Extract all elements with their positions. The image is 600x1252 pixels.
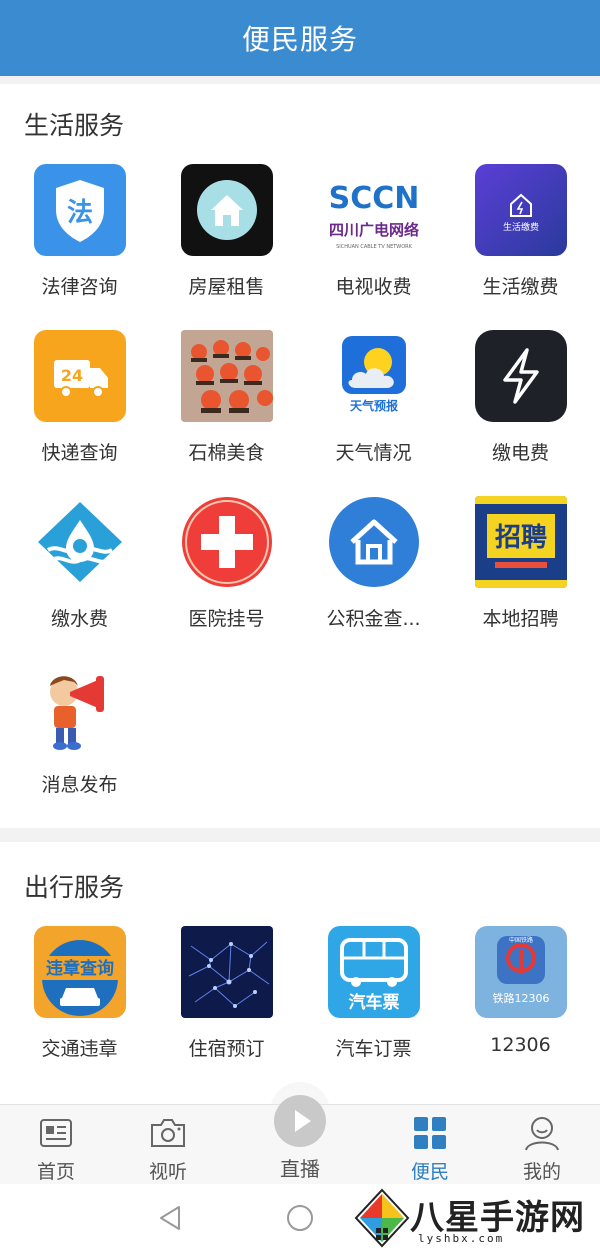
service-label: 缴水费 [50, 608, 108, 630]
tab-label: 直播 [280, 1157, 320, 1181]
delivery-truck-icon: 24 [33, 330, 126, 422]
travel-services-section: 出行服务 违章查询 交通违章 住宿预订 汽车票 汽车订票 中国铁路 铁路1230… [0, 842, 600, 1104]
service-label: 12306 [490, 1034, 551, 1056]
tab-label: 首页 [36, 1161, 75, 1183]
service-label: 缴电费 [491, 442, 549, 464]
section-title: 生活服务 [24, 111, 125, 140]
service-label: 快递查询 [41, 442, 118, 464]
tab-label: 便民 [410, 1161, 449, 1183]
service-express-tracking[interactable]: 24 快递查询 [6, 330, 153, 496]
lightning-icon [474, 330, 567, 422]
svg-text:法: 法 [66, 198, 92, 228]
service-legal-consult[interactable]: 法 法律咨询 [6, 164, 153, 330]
tab-label: 视听 [148, 1161, 187, 1183]
grid-icon [410, 1113, 450, 1153]
service-label: 房屋租售 [188, 276, 265, 298]
service-local-recruitment[interactable]: 招聘 本地招聘 [447, 496, 594, 662]
tab-profile[interactable]: 我的 [482, 1105, 600, 1185]
delivery-24-text: 24 [60, 366, 82, 385]
traffic-violation-icon: 违章查询 [33, 926, 126, 1018]
service-water-fee[interactable]: 缴水费 [6, 496, 153, 662]
life-services-grid: 法 法律咨询 房屋租售 SCCN 四川广电网络 SICHUAN CABLE TV… [0, 164, 600, 828]
watermark-logo-icon [354, 1188, 410, 1248]
service-tv-fee[interactable]: SCCN 四川广电网络 SICHUAN CABLE TV NETWORK 电视收… [300, 164, 447, 330]
law-shield-icon: 法 [33, 164, 126, 256]
utility-icon-text: 生活缴费 [502, 221, 538, 233]
watermark: 八星手游网 lyshbx.com [352, 1184, 600, 1252]
service-label: 消息发布 [41, 774, 118, 796]
weather-icon-text: 天气预报 [349, 398, 397, 413]
app-header: 便民服务 [0, 0, 600, 76]
service-label: 石棉美食 [188, 442, 265, 464]
hotel-network-icon [180, 926, 273, 1018]
watermark-url: lyshbx.com [418, 1232, 505, 1245]
megaphone-kid-icon [33, 662, 126, 754]
play-icon [274, 1095, 326, 1147]
tab-label: 我的 [522, 1161, 561, 1183]
section-title: 出行服务 [24, 873, 125, 902]
service-label: 医院挂号 [188, 608, 265, 630]
sccn-logo-english: SICHUAN CABLE TV NETWORK [336, 244, 413, 250]
violation-icon-text: 违章查询 [46, 958, 114, 979]
service-label: 电视收费 [335, 276, 412, 298]
home-fund-icon [327, 496, 420, 588]
service-electricity-fee[interactable]: 缴电费 [447, 330, 594, 496]
sccn-tv-logo-icon: SCCN 四川广电网络 SICHUAN CABLE TV NETWORK [327, 164, 420, 256]
water-drop-icon [33, 496, 126, 588]
service-hotel-booking[interactable]: 住宿预订 [153, 926, 300, 1092]
service-message-publish[interactable]: 消息发布 [6, 662, 153, 828]
recruitment-icon-text: 招聘 [494, 523, 546, 553]
back-triangle-icon [160, 1206, 180, 1230]
service-housing-fund[interactable]: 公积金查... [300, 496, 447, 662]
service-local-food[interactable]: 石棉美食 [153, 330, 300, 496]
service-label: 汽车订票 [335, 1038, 412, 1060]
home-button[interactable] [280, 1200, 320, 1236]
recruitment-icon: 招聘 [474, 496, 567, 588]
weather-forecast-icon: 天气预报 [327, 330, 420, 422]
railway-12306-icon: 中国铁路 铁路12306 [474, 926, 567, 1018]
tab-home[interactable]: 首页 [0, 1105, 116, 1185]
service-label: 法律咨询 [41, 276, 118, 298]
service-label: 交通违章 [41, 1038, 118, 1060]
sccn-logo-text: SCCN [328, 181, 419, 216]
travel-services-grid: 违章查询 交通违章 住宿预订 汽车票 汽车订票 中国铁路 铁路12306 123… [0, 926, 600, 1092]
service-house-rental[interactable]: 房屋租售 [153, 164, 300, 330]
bus-ticket-icon-text: 汽车票 [348, 992, 399, 1013]
utility-payment-icon: 生活缴费 [474, 164, 567, 256]
service-railway-12306[interactable]: 中国铁路 铁路12306 12306 [447, 926, 594, 1092]
back-button[interactable] [150, 1200, 190, 1236]
service-utility-payment[interactable]: 生活缴费 生活缴费 [447, 164, 594, 330]
service-label: 生活缴费 [482, 276, 559, 298]
service-label: 天气情况 [335, 442, 412, 464]
tab-convenience[interactable]: 便民 [370, 1105, 490, 1185]
railway-icon-subtext: 中国铁路 [508, 936, 532, 944]
house-icon [180, 164, 273, 256]
tab-live[interactable]: 直播 [240, 1087, 360, 1181]
service-weather[interactable]: 天气预报 天气情况 [300, 330, 447, 496]
home-circle-icon [287, 1205, 313, 1231]
life-services-section: 生活服务 法 法律咨询 房屋租售 SCCN 四川广电网络 SICHUAN CAB… [0, 84, 600, 828]
profile-icon [522, 1113, 562, 1153]
railway-icon-text: 铁路12306 [492, 992, 549, 1005]
service-label: 本地招聘 [482, 608, 559, 630]
service-hospital-registration[interactable]: 医院挂号 [153, 496, 300, 662]
sccn-logo-subtitle: 四川广电网络 [328, 221, 418, 239]
bottom-nav: 首页 视听 直播 便民 我的 [0, 1095, 600, 1185]
medical-cross-icon [180, 496, 273, 588]
camera-icon [148, 1113, 188, 1153]
service-label: 住宿预订 [188, 1038, 265, 1060]
service-traffic-violation[interactable]: 违章查询 交通违章 [6, 926, 153, 1092]
service-label: 公积金查... [326, 608, 421, 630]
bus-ticket-icon: 汽车票 [327, 926, 420, 1018]
tab-audio-video[interactable]: 视听 [108, 1105, 228, 1185]
news-icon [36, 1113, 76, 1153]
food-photo-icon [180, 330, 273, 422]
page-title: 便民服务 [241, 23, 358, 56]
service-bus-ticket[interactable]: 汽车票 汽车订票 [300, 926, 447, 1092]
